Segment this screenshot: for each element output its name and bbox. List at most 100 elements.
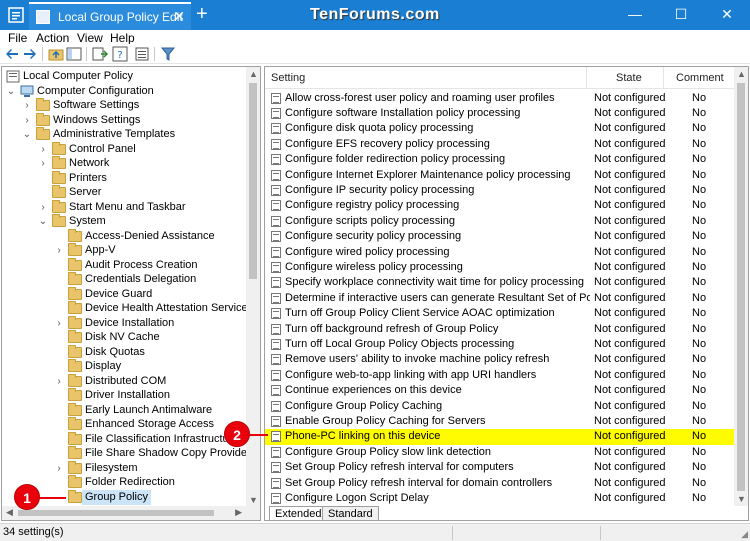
table-row[interactable]: Set Group Policy refresh interval for do… [265,476,736,491]
callout-1: 1 [14,484,40,510]
policy-setting-icon [271,385,281,397]
table-row[interactable]: Configure wireless policy processing Not … [265,260,736,275]
chevron-right-icon[interactable]: › [54,461,64,476]
table-row[interactable]: Turn off Group Policy Client Service AOA… [265,306,736,321]
scroll-down-icon[interactable]: ▼ [249,495,258,505]
tab-extended[interactable]: Extended [269,506,328,521]
folder-icon [68,344,82,358]
table-row[interactable]: Configure disk quota policy processing No… [265,121,736,136]
filter-icon[interactable] [160,46,176,62]
scroll-right-icon[interactable]: ▶ [235,507,242,518]
scroll-up-icon[interactable]: ▲ [249,69,258,79]
table-row[interactable]: Remove users' ability to invoke machine … [265,352,736,367]
setting-comment: No [692,168,707,181]
settings-list[interactable]: Setting State Comment Allow cross-forest… [264,66,749,521]
tree-hscroll-thumb[interactable] [18,510,214,516]
chevron-down-icon[interactable]: ⌄ [38,214,48,229]
scroll-left-icon[interactable]: ◀ [6,507,13,518]
forward-arrow-icon[interactable] [22,46,38,62]
table-row[interactable]: Specify workplace connectivity wait time… [265,275,736,290]
scroll-up-icon[interactable]: ▲ [737,69,746,79]
tab-close-icon[interactable]: ✕ [173,8,185,25]
setting-state: Not configured [594,353,666,366]
scroll-down-icon[interactable]: ▼ [737,494,746,504]
folder-icon [68,373,82,387]
chevron-right-icon[interactable]: › [54,374,64,389]
table-row[interactable]: Determine if interactive users can gener… [265,291,736,306]
chevron-right-icon[interactable]: › [54,243,64,258]
status-separator [600,526,601,540]
tab-standard[interactable]: Standard [322,506,379,521]
setting-comment: No [692,276,707,289]
maximize-button[interactable]: ☐ [658,0,704,30]
tree-horizontal-scrollbar[interactable]: ◀ ▶ [2,506,260,520]
help-icon[interactable]: ? [112,46,128,62]
chevron-right-icon[interactable]: › [38,156,48,171]
setting-comment: No [692,491,707,504]
table-row[interactable]: Configure registry policy processing Not … [265,198,736,213]
back-arrow-icon[interactable] [4,46,20,62]
table-row[interactable]: Continue experiences on this device Not c… [265,383,736,398]
new-tab-button[interactable]: + [196,3,208,25]
tree-scroll-thumb[interactable] [249,83,257,279]
export-list-icon[interactable] [92,46,108,62]
table-row[interactable]: Configure Group Policy slow link detecti… [265,445,736,460]
table-row[interactable]: Configure Group Policy Caching Not config… [265,399,736,414]
tree-vertical-scrollbar[interactable]: ▲ ▼ [246,67,260,507]
window-menu-icon[interactable] [8,7,24,23]
tree-item-label: Administrative Templates [53,128,176,140]
setting-name: Configure Logon Script Delay [285,491,429,504]
tree-pane[interactable]: Local Computer Policy ⌄ Computer Configu… [1,66,261,521]
table-row[interactable]: Configure Logon Script Delay Not configur… [265,491,736,506]
properties-icon[interactable] [134,46,150,62]
table-row[interactable]: Turn off background refresh of Group Pol… [265,322,736,337]
show-hide-tree-icon[interactable] [66,46,82,62]
table-row[interactable]: Configure folder redirection policy proc… [265,152,736,167]
setting-state: Not configured [594,106,666,119]
table-row[interactable]: Allow cross-forest user policy and roami… [265,91,736,106]
window-tab[interactable]: Local Group Policy Edit ✕ [29,2,191,30]
table-row[interactable]: Enable Group Policy Caching for Servers N… [265,414,736,429]
column-header-comment[interactable]: Comment [664,67,736,89]
status-separator [452,526,453,540]
folder-icon [52,170,66,184]
folder-icon [52,156,66,169]
chevron-down-icon[interactable]: ⌄ [6,84,16,99]
close-button[interactable]: ✕ [704,0,750,30]
table-row[interactable]: Configure web-to-app linking with app UR… [265,368,736,383]
minimize-button[interactable]: — [612,0,658,30]
chevron-right-icon[interactable]: › [22,98,32,113]
folder-icon [36,98,50,111]
column-header-state[interactable]: State [587,67,664,89]
folder-icon [68,330,82,343]
callout-2: 2 [224,421,250,447]
setting-name: Continue experiences on this device [285,384,462,397]
up-folder-icon[interactable] [48,46,64,62]
table-row[interactable]: Configure wired policy processing Not con… [265,245,736,260]
table-row[interactable]: Configure scripts policy processing Not c… [265,214,736,229]
folder-icon [68,359,82,372]
table-row[interactable]: Configure EFS recovery policy processing… [265,137,736,152]
chevron-right-icon[interactable]: › [22,113,32,128]
list-vertical-scrollbar[interactable]: ▲ ▼ [734,67,748,506]
table-row[interactable]: Phone-PC linking on this device Not confi… [265,429,736,445]
policy-setting-icon [271,231,281,243]
table-row[interactable]: Configure IP security policy processing N… [265,183,736,198]
chevron-right-icon[interactable]: › [38,200,48,215]
table-row[interactable]: Configure security policy processing Not … [265,229,736,244]
chevron-right-icon[interactable]: › [38,142,48,157]
table-row[interactable]: Set Group Policy refresh interval for co… [265,460,736,475]
setting-comment: No [692,353,707,366]
table-row[interactable]: Turn off Local Group Policy Objects proc… [265,337,736,352]
table-row[interactable]: Configure Internet Explorer Maintenance … [265,168,736,183]
resize-grip-icon[interactable]: ◢ [741,529,748,540]
chevron-right-icon[interactable]: › [54,316,64,331]
setting-name: Set Group Policy refresh interval for co… [285,461,514,474]
folder-icon [68,475,82,488]
table-row[interactable]: Configure software Installation policy p… [265,106,736,121]
setting-state: Not configured [594,307,666,320]
column-header-setting[interactable]: Setting [265,67,587,89]
tree-item-label: Printers [69,171,107,184]
chevron-down-icon[interactable]: ⌄ [22,127,32,142]
list-scroll-thumb[interactable] [737,83,745,491]
